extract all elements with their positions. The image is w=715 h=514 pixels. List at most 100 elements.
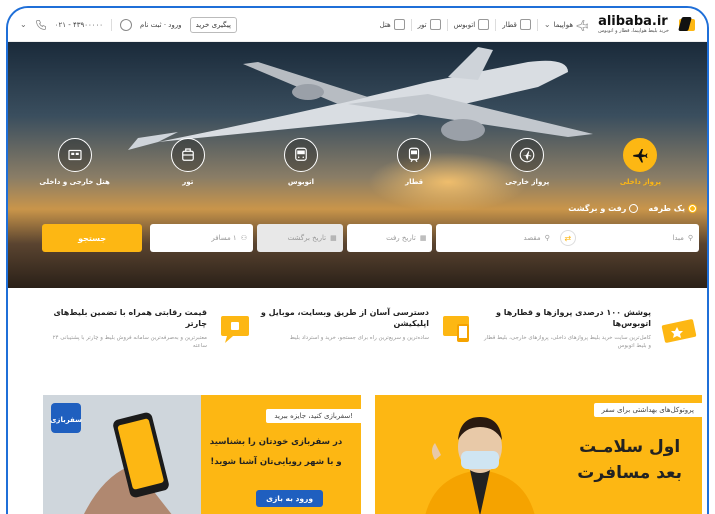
user-icon: ⚇	[240, 234, 247, 242]
airplane-icon	[633, 149, 648, 163]
header-actions: پیگیری خرید ورود · ثبت نام ۰۲۱ - ۴۳۹۰۰۰۰…	[20, 16, 237, 33]
globe-plane-icon	[519, 147, 535, 163]
radio-label: یک طرفه	[648, 204, 685, 213]
destination-input[interactable]: ⚲ مقصد	[442, 234, 550, 242]
calendar-icon: ▦	[330, 234, 337, 242]
trip-type-selector: یک طرفه رفت و برگشت	[568, 204, 697, 213]
hotel-icon	[68, 149, 82, 161]
tab-domestic-flight[interactable]: پرواز داخلی	[590, 138, 690, 198]
tab-international-flight[interactable]: پرواز خارجی	[477, 138, 577, 198]
banner-line1: در سفربازی خودتان را بشناسید	[209, 437, 343, 447]
feature-title: پوشش ۱۰۰ درصدی پروازها و قطارها و اتوبوس…	[496, 308, 651, 328]
feature-title: قیمت رقابتی همراه با تضمین بلیط‌های چارت…	[53, 308, 207, 328]
top-header: alibaba.ir خرید بلیط هواپیما، قطار و اتو…	[8, 8, 707, 42]
airplane-icon	[576, 19, 589, 31]
devices-icon	[443, 316, 469, 342]
features-section: پوشش ۱۰۰ درصدی پروازها و قطارها و اتوبوس…	[8, 308, 707, 388]
nav-hotel[interactable]: هتل	[380, 19, 405, 30]
tab-label: هتل خارجی و داخلی	[39, 178, 110, 186]
tab-label: قطار	[405, 178, 424, 186]
nav-airplane[interactable]: هواپیما ⌄	[543, 19, 589, 31]
luggage-icon	[181, 148, 194, 161]
banner-line2: و با شهر رویایی‌تان آشنا شوید!	[210, 456, 342, 467]
tab-tour[interactable]: تور	[138, 138, 238, 198]
nav-label: قطار	[502, 20, 517, 29]
radio-one-way[interactable]: یک طرفه	[648, 204, 697, 213]
feature-item: دسترسی آسان از طریق وبسایت، موبایل و اپل…	[260, 308, 475, 388]
depart-date-input[interactable]: ▦ تاریخ رفت	[346, 224, 433, 252]
masked-traveler-illustration	[425, 417, 535, 514]
tab-label: اتوبوس	[287, 178, 314, 186]
chevron-down-icon: ⌄	[543, 20, 551, 29]
banner-tag: سفربازی کنید، جایزه ببرید!	[266, 409, 361, 423]
location-pin-icon: ⚲	[544, 234, 550, 242]
nav-label: اتوبوس	[453, 20, 476, 29]
logo-mark-icon	[673, 16, 695, 33]
game-banner[interactable]: سفربازی سفربازی کنید، جایزه ببرید! در سف…	[43, 395, 361, 514]
nav-tour[interactable]: تور	[418, 19, 441, 30]
route-field: ⚲ مبدا ⇄ ⚲ مقصد	[436, 224, 699, 252]
return-date-input[interactable]: ▦ تاریخ برگشت	[256, 224, 343, 252]
radio-round-trip[interactable]: رفت و برگشت	[568, 204, 639, 213]
tab-train[interactable]: قطار	[364, 138, 464, 198]
ticket-icon	[661, 319, 697, 343]
tab-label: پرواز داخلی	[619, 178, 662, 186]
search-button[interactable]: جستجو	[41, 224, 143, 252]
origin-placeholder: مبدا	[672, 234, 684, 242]
health-banner[interactable]: پروتوکل‌های بهداشتی برای سفر اول سلامـت …	[375, 395, 702, 514]
track-purchase-button[interactable]: پیگیری خرید	[189, 16, 237, 33]
destination-placeholder: مقصد	[523, 234, 541, 242]
banner-tag: پروتوکل‌های بهداشتی برای سفر	[593, 403, 702, 417]
user-icon[interactable]	[120, 18, 133, 31]
feature-item: قیمت رقابتی همراه با تضمین بلیط‌های چارت…	[38, 308, 253, 388]
tab-label: پرواز خارجی	[505, 178, 550, 186]
passenger-count: ۱ مسافر	[211, 234, 237, 242]
return-date-placeholder: تاریخ برگشت	[287, 234, 327, 242]
banner-text: در سفربازی خودتان را بشناسید و با شهر رو…	[201, 433, 351, 472]
logo-subtitle: خرید بلیط هواپیما، قطار و اتوبوس	[598, 28, 669, 34]
location-pin-icon: ⚲	[687, 234, 693, 242]
train-icon	[409, 147, 420, 163]
origin-input[interactable]: ⚲ مبدا	[586, 234, 693, 242]
nav-label: تور	[417, 20, 427, 29]
game-logo-text: سفربازی	[50, 416, 82, 424]
passenger-input[interactable]: ⚇ ۱ مسافر	[150, 224, 253, 252]
phone-icon	[35, 19, 46, 30]
feature-desc: کامل‌ترین سایت خرید بلیط پروازهای داخلی،…	[483, 334, 651, 350]
train-icon	[519, 19, 531, 30]
tab-label: تور	[182, 178, 194, 186]
main-nav: هواپیما ⌄ قطار اتوبوس تور هتل	[380, 18, 589, 31]
tab-bus[interactable]: اتوبوس	[251, 138, 351, 198]
nav-label: هتل	[379, 20, 391, 29]
nav-train[interactable]: قطار	[502, 19, 531, 30]
swap-icon[interactable]: ⇄	[559, 230, 576, 246]
bus-icon	[478, 19, 490, 30]
chevron-down-icon[interactable]: ⌄	[20, 20, 27, 29]
tab-hotel[interactable]: هتل خارجی و داخلی	[25, 138, 125, 198]
hero-section: پرواز داخلی پرواز خارجی قطار اتوبوس تور …	[8, 42, 707, 288]
radio-label: رفت و برگشت	[568, 204, 627, 213]
nav-label: هواپیما	[553, 20, 574, 29]
hotel-icon	[393, 19, 405, 30]
headline-line1: اول سلامـت	[579, 437, 681, 457]
banner-headline: اول سلامـت بعد مسافرت	[577, 435, 682, 486]
nav-bus[interactable]: اتوبوس	[454, 19, 490, 30]
chat-badge-icon	[221, 316, 249, 343]
bus-icon	[295, 147, 307, 161]
calendar-icon: ▦	[419, 234, 427, 242]
depart-date-placeholder: تاریخ رفت	[386, 234, 416, 242]
feature-title: دسترسی آسان از طریق وبسایت، موبایل و اپل…	[260, 308, 429, 328]
browser-frame: alibaba.ir خرید بلیط هواپیما، قطار و اتو…	[6, 6, 709, 514]
feature-item: پوشش ۱۰۰ درصدی پروازها و قطارها و اتوبوس…	[482, 308, 697, 388]
headline-line2: بعد مسافرت	[577, 462, 682, 483]
site-logo[interactable]: alibaba.ir خرید بلیط هواپیما، قطار و اتو…	[598, 15, 695, 34]
feature-desc: ساده‌ترین و سریع‌ترین راه برای جستجو، خر…	[289, 334, 429, 341]
support-phone[interactable]: ۰۲۱ - ۴۳۹۰۰۰۰۰	[55, 21, 103, 29]
search-form: ⚲ مبدا ⇄ ⚲ مقصد ▦ تاریخ رفت ▦ تاریخ برگش…	[41, 224, 699, 252]
enter-game-button[interactable]: ورود به بازی	[256, 490, 323, 507]
tour-icon	[429, 19, 441, 30]
login-link[interactable]: ورود · ثبت نام	[140, 21, 182, 29]
logo-name: alibaba.ir	[598, 14, 668, 29]
feature-desc: معتبرترین و به‌صرفه‌ترین سامانه فروش بلی…	[52, 334, 207, 350]
phone-in-hand-illustration: سفربازی	[43, 395, 203, 514]
